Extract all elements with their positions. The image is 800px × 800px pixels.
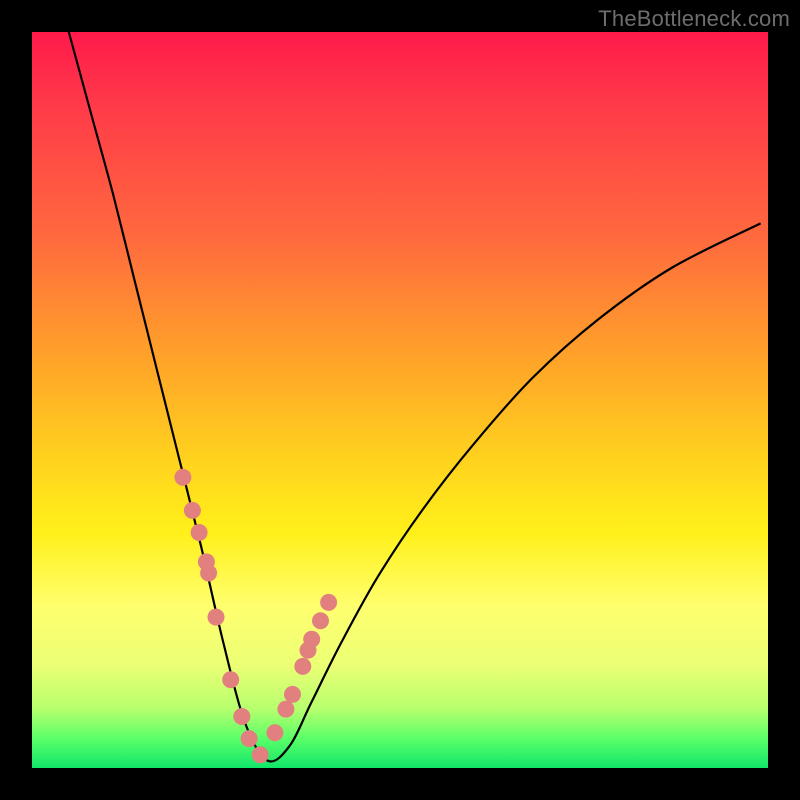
sample-marker (312, 612, 329, 629)
sample-marker (208, 609, 225, 626)
sample-marker (233, 708, 250, 725)
sample-marker (174, 469, 191, 486)
sample-marker (303, 631, 320, 648)
sample-marker (222, 671, 239, 688)
chart-svg (32, 32, 768, 768)
sample-marker (252, 746, 269, 763)
sample-marker (241, 730, 258, 747)
bottleneck-curve (69, 32, 761, 761)
sample-marker (320, 594, 337, 611)
sample-marker (284, 686, 301, 703)
plot-area (32, 32, 768, 768)
sample-marker (266, 724, 283, 741)
sample-marker (294, 658, 311, 675)
watermark-text: TheBottleneck.com (598, 6, 790, 32)
sample-markers (174, 469, 337, 764)
sample-marker (200, 565, 217, 582)
sample-marker (277, 701, 294, 718)
sample-marker (184, 502, 201, 519)
sample-marker (191, 524, 208, 541)
chart-frame: TheBottleneck.com (0, 0, 800, 800)
